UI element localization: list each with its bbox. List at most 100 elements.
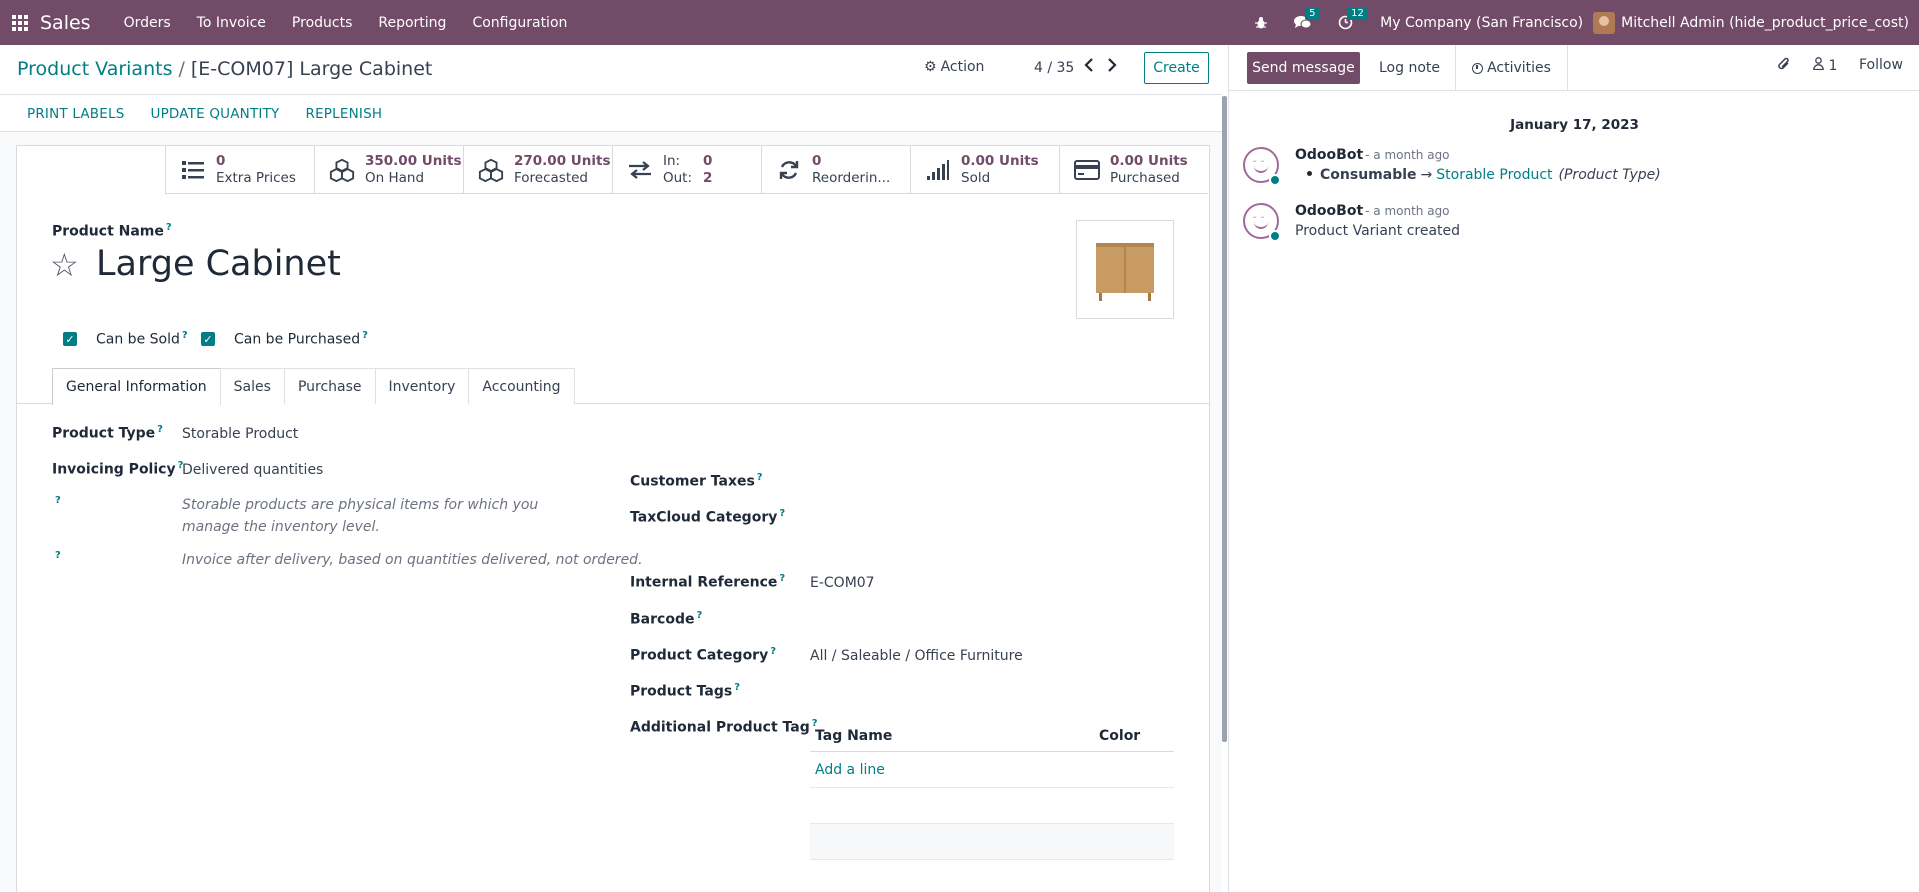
create-button[interactable]: Create <box>1144 52 1209 84</box>
help-tooltip-icon[interactable]: ? <box>157 424 163 435</box>
help-tooltip-icon[interactable]: ? <box>770 646 776 657</box>
menu-to-invoice[interactable]: To Invoice <box>184 15 279 31</box>
heart-icon <box>1269 174 1281 186</box>
form-scrollbar[interactable] <box>1222 96 1227 742</box>
help-tooltip-icon[interactable]: ? <box>182 330 188 341</box>
menu-orders[interactable]: Orders <box>111 15 184 31</box>
help-tooltip-icon[interactable]: ? <box>734 682 740 693</box>
odoobot-avatar[interactable]: ᵕᵕ <box>1243 203 1281 242</box>
update-quantity-button[interactable]: UPDATE QUANTITY <box>138 106 293 122</box>
product-category-field[interactable]: All / Saleable / Office Furniture <box>810 648 1023 664</box>
user-icon <box>1813 57 1828 74</box>
user-menu[interactable]: Mitchell Admin (hide_product_price_cost) <box>1593 11 1909 34</box>
debug-bug-icon[interactable] <box>1252 14 1270 32</box>
tracking-change: Consumable → Storable Product (Product Type… <box>1295 167 1661 183</box>
activities-button[interactable]: Activities <box>1455 45 1568 91</box>
list-icon <box>180 157 206 183</box>
help-tooltip-icon[interactable]: ? <box>779 573 785 584</box>
date-separator: January 17, 2023 <box>1510 117 1639 133</box>
gear-icon: ⚙ <box>924 59 937 75</box>
out-value: 2 <box>703 169 713 186</box>
sold-smart-button[interactable]: 0.00 Units Sold <box>910 145 1059 194</box>
tab-accounting[interactable]: Accounting <box>468 368 575 404</box>
app-name[interactable]: Sales <box>40 12 91 34</box>
credit-card-icon <box>1074 157 1100 183</box>
extra-prices-smart-button[interactable]: 0 Extra Prices <box>165 145 314 194</box>
messages-icon[interactable]: 5 <box>1294 6 1320 32</box>
exchange-icon <box>627 157 653 183</box>
tab-sales[interactable]: Sales <box>219 368 285 404</box>
additional-tag-table: Tag Name Color Add a line <box>810 720 1174 860</box>
color-column-header[interactable]: Color <box>1099 728 1140 744</box>
product-type-field[interactable]: Storable Product <box>182 426 298 442</box>
cubes-icon <box>478 157 504 183</box>
help-tooltip-icon[interactable]: ? <box>696 610 702 621</box>
pager-next-icon[interactable] <box>1107 57 1117 76</box>
forecasted-label: Forecasted <box>514 169 588 186</box>
tag-name-column-header[interactable]: Tag Name <box>810 728 892 744</box>
help-tooltip-icon[interactable]: ? <box>166 222 172 233</box>
menu-reporting[interactable]: Reporting <box>365 15 459 31</box>
new-value: Storable Product <box>1436 167 1553 183</box>
on-hand-value: 350.00 Units <box>365 152 462 169</box>
notebook-tabs: General Information Sales Purchase Inven… <box>52 368 575 405</box>
product-name-field[interactable]: Large Cabinet <box>96 244 341 284</box>
cubes-icon <box>329 157 355 183</box>
menu-products[interactable]: Products <box>279 15 365 31</box>
followers-count: 1 <box>1828 58 1838 74</box>
favorite-star-icon[interactable]: ☆ <box>50 246 79 284</box>
messages-badge: 5 <box>1305 6 1320 20</box>
breadcrumb-product-variants[interactable]: Product Variants <box>17 58 172 80</box>
follow-button[interactable]: Follow <box>1859 57 1903 73</box>
help-tooltip-icon[interactable]: ? <box>55 495 61 506</box>
tab-inventory[interactable]: Inventory <box>374 368 470 404</box>
can-be-purchased-label: Can be Purchased? <box>234 330 368 348</box>
company-switcher[interactable]: My Company (San Francisco) <box>1380 15 1583 31</box>
internal-reference-field[interactable]: E-COM07 <box>810 575 875 591</box>
tab-purchase[interactable]: Purchase <box>283 368 376 404</box>
send-message-button[interactable]: Send message <box>1247 52 1360 84</box>
can-be-sold-checkbox[interactable]: ✓ <box>63 332 77 346</box>
help-tooltip-icon[interactable]: ? <box>362 330 368 341</box>
print-labels-button[interactable]: PRINT LABELS <box>14 106 138 122</box>
log-note-button[interactable]: Log note <box>1379 52 1440 84</box>
tab-general-information[interactable]: General Information <box>52 368 221 405</box>
attachment-paperclip-icon[interactable] <box>1777 57 1791 77</box>
reordering-smart-button[interactable]: 0 Reorderin... <box>761 145 910 194</box>
product-image[interactable] <box>1076 220 1174 319</box>
message-author[interactable]: OdooBot <box>1295 203 1363 219</box>
can-be-purchased-checkbox[interactable]: ✓ <box>201 332 215 346</box>
help-tooltip-icon[interactable]: ? <box>757 472 763 483</box>
activities-clock-icon[interactable]: 12 <box>1336 6 1368 32</box>
breadcrumb: Product Variants / [E-COM07] Large Cabinet <box>17 58 432 80</box>
replenish-button[interactable]: REPLENISH <box>293 106 396 122</box>
additional-product-tag-label: Additional Product Tag? <box>630 718 818 736</box>
invoicing-policy-label: Invoicing Policy? <box>52 460 184 478</box>
odoobot-avatar[interactable]: ᵕᵕ <box>1243 147 1281 186</box>
reordering-value: 0 <box>812 152 822 169</box>
pager-previous-icon[interactable] <box>1084 57 1094 76</box>
on-hand-smart-button[interactable]: 350.00 Units On Hand <box>314 145 463 194</box>
invoicing-policy-field[interactable]: Delivered quantities <box>182 462 323 478</box>
purchased-smart-button[interactable]: 0.00 Units Purchased <box>1059 145 1208 194</box>
product-name-label: Product Name? <box>52 222 172 240</box>
on-hand-label: On Hand <box>365 169 425 186</box>
product-type-help-text: Storable products are physical items for… <box>182 497 539 535</box>
message-author[interactable]: OdooBot <box>1295 147 1363 163</box>
sold-label: Sold <box>961 169 991 186</box>
forecasted-smart-button[interactable]: 270.00 Units Forecasted <box>463 145 612 194</box>
pager-value[interactable]: 4 / 35 <box>1034 60 1074 76</box>
followers-button[interactable]: 1 <box>1813 57 1837 74</box>
breadcrumb-separator: / <box>178 58 185 80</box>
breadcrumb-current: [E-COM07] Large Cabinet <box>190 58 433 80</box>
apps-menu-icon[interactable] <box>0 0 40 45</box>
user-name: Mitchell Admin (hide_product_price_cost) <box>1621 14 1909 31</box>
menu-configuration[interactable]: Configuration <box>459 15 580 31</box>
control-panel: Product Variants / [E-COM07] Large Cabinet… <box>0 45 1222 95</box>
add-a-line-link[interactable]: Add a line <box>810 752 1174 788</box>
action-menu-button[interactable]: ⚙ Action <box>924 59 984 75</box>
in-out-smart-button[interactable]: In: 0 Out: 2 <box>612 145 761 194</box>
help-tooltip-icon[interactable]: ? <box>55 550 61 561</box>
help-tooltip-icon[interactable]: ? <box>779 508 785 519</box>
table-row <box>810 824 1174 860</box>
